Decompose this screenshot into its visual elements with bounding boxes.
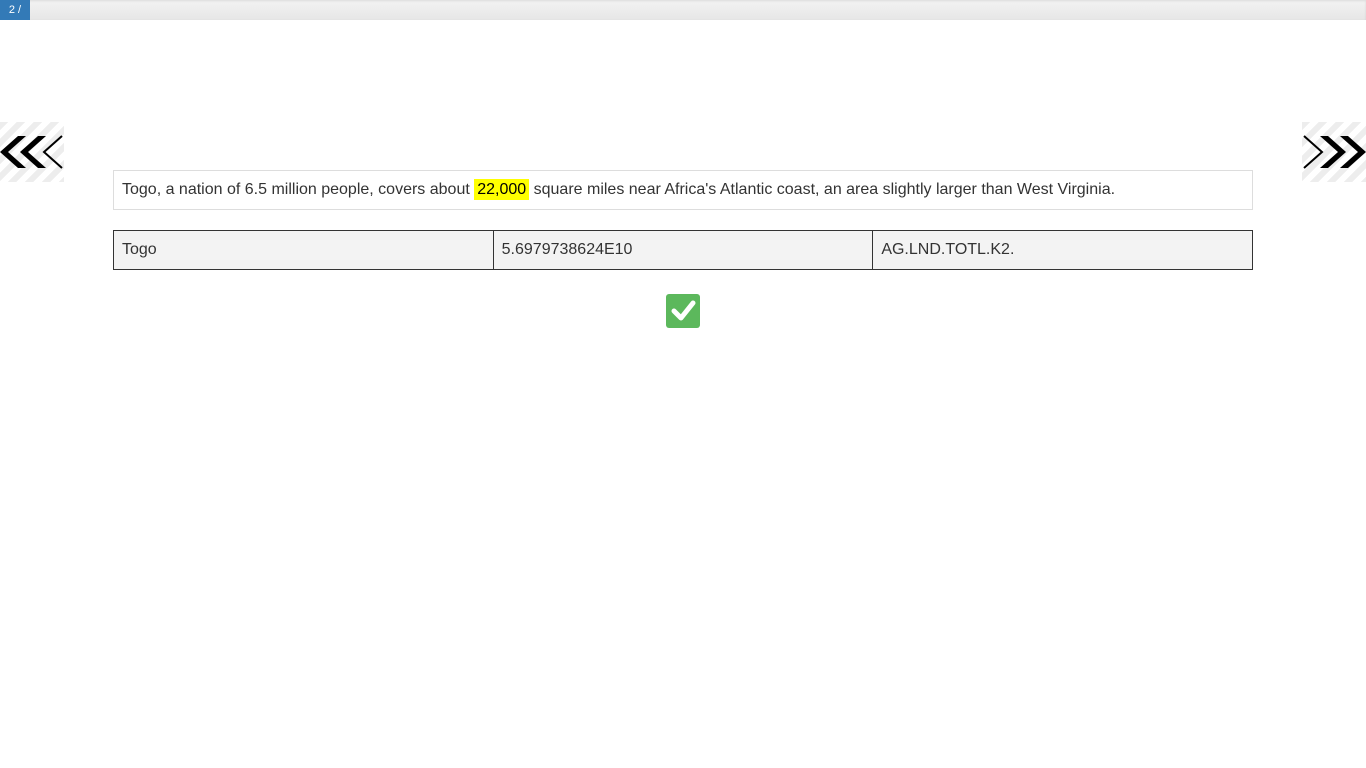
highlighted-value: 22,000	[474, 179, 530, 200]
progress-bar-fill: 2 /	[0, 0, 30, 20]
table-row: Togo 5.6979738624E10 AG.LND.TOTL.K2.	[113, 230, 1253, 270]
claim-sentence: Togo, a nation of 6.5 million people, co…	[113, 170, 1253, 210]
table-cell-country: Togo	[113, 230, 494, 270]
previous-button[interactable]	[0, 122, 64, 182]
progress-bar: 2 /	[0, 0, 1366, 20]
double-chevron-left-icon	[0, 135, 63, 169]
double-chevron-right-icon	[1303, 135, 1366, 169]
next-button[interactable]	[1302, 122, 1366, 182]
evidence-table: Togo 5.6979738624E10 AG.LND.TOTL.K2.	[113, 230, 1253, 270]
table-cell-indicator: AG.LND.TOTL.K2.	[872, 230, 1253, 270]
checkmark-icon	[671, 300, 696, 321]
table-cell-value: 5.6979738624E10	[492, 230, 874, 270]
confirm-button[interactable]	[666, 294, 700, 328]
sentence-text-after: square miles near Africa's Atlantic coas…	[529, 181, 1116, 198]
sentence-text-before: Togo, a nation of 6.5 million people, co…	[122, 181, 475, 198]
